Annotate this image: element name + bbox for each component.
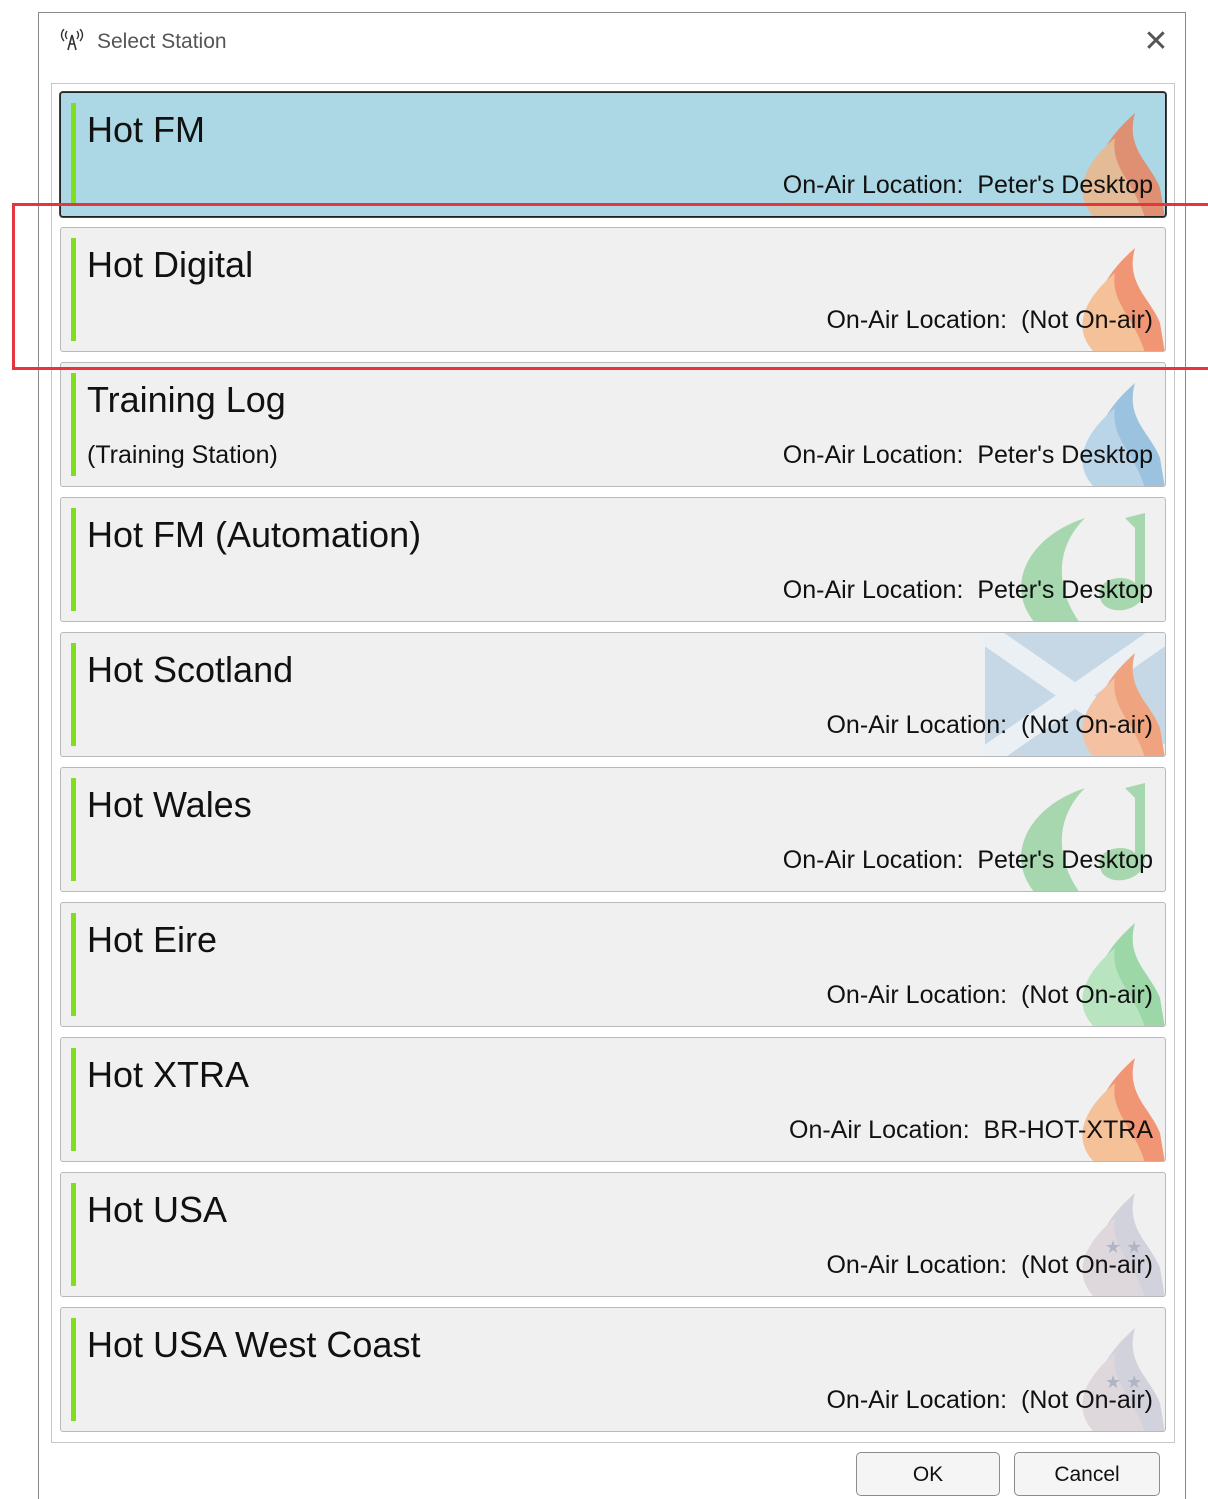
- station-card[interactable]: Hot Eire On-Air Location: (Not On-air): [60, 902, 1166, 1027]
- on-air-location-label: On-Air Location:: [782, 171, 964, 199]
- on-air-location-value: Peter's Desktop: [977, 171, 1153, 199]
- on-air-location-value: BR-HOT-XTRA: [983, 1116, 1153, 1144]
- on-air-location: On-Air Location: Peter's Desktop: [783, 171, 1153, 200]
- station-name: Hot FM (Automation): [87, 514, 422, 555]
- on-air-location-value: (Not On-air): [1021, 1386, 1153, 1414]
- on-air-location-label: On-Air Location:: [789, 1116, 970, 1144]
- station-accent-bar: [71, 373, 76, 476]
- on-air-location: On-Air Location: (Not On-air): [826, 306, 1153, 335]
- station-subtitle: (Training Station): [87, 441, 278, 469]
- station-name: Hot USA West Coast: [87, 1324, 421, 1365]
- antenna-icon: [59, 28, 85, 56]
- on-air-location-value: (Not On-air): [1021, 306, 1153, 334]
- station-accent-bar: [71, 643, 76, 746]
- station-card[interactable]: Hot XTRA On-Air Location: BR-HOT-XTRA: [60, 1037, 1166, 1162]
- station-accent-bar: [71, 103, 76, 206]
- station-accent-bar: [71, 508, 76, 611]
- close-button[interactable]: ✕: [1133, 21, 1179, 63]
- station-accent-bar: [71, 778, 76, 881]
- station-name: Training Log: [87, 379, 286, 420]
- on-air-location-value: Peter's Desktop: [977, 576, 1153, 604]
- station-card[interactable]: ★ ★ Hot USA West Coast On-Air Location: (N…: [60, 1307, 1166, 1432]
- on-air-location-value: (Not On-air): [1021, 711, 1153, 739]
- station-name: Hot USA: [87, 1189, 228, 1230]
- title-bar: Select Station ✕: [39, 13, 1185, 71]
- station-accent-bar: [71, 238, 76, 341]
- on-air-location-label: On-Air Location:: [782, 576, 964, 604]
- station-accent-bar: [71, 1318, 76, 1421]
- on-air-location-label: On-Air Location:: [782, 441, 964, 469]
- on-air-location: On-Air Location: (Not On-air): [826, 1251, 1153, 1280]
- on-air-location-value: Peter's Desktop: [977, 441, 1153, 469]
- on-air-location-label: On-Air Location:: [826, 306, 1008, 334]
- station-accent-bar: [71, 1183, 76, 1286]
- station-card[interactable]: Hot Wales On-Air Location: Peter's Deskto…: [60, 767, 1166, 892]
- station-list: Hot FM On-Air Location: Peter's Desktop H…: [51, 83, 1175, 1443]
- on-air-location: On-Air Location: (Not On-air): [826, 711, 1153, 740]
- select-station-dialog: Select Station ✕ Hot FM On-Air Location: …: [38, 12, 1186, 1499]
- on-air-location: On-Air Location: BR-HOT-XTRA: [789, 1116, 1153, 1145]
- on-air-location-label: On-Air Location:: [826, 981, 1008, 1009]
- station-card[interactable]: Hot Digital On-Air Location: (Not On-air): [60, 227, 1166, 352]
- station-name: Hot Scotland: [87, 649, 294, 690]
- station-name: Hot Digital: [87, 244, 254, 285]
- dialog-title: Select Station: [97, 30, 227, 53]
- on-air-location-value: Peter's Desktop: [977, 846, 1153, 874]
- station-name: Hot XTRA: [87, 1054, 250, 1095]
- on-air-location: On-Air Location: Peter's Desktop: [783, 846, 1153, 875]
- on-air-location-label: On-Air Location:: [826, 711, 1008, 739]
- ok-button[interactable]: OK: [856, 1452, 1000, 1496]
- station-accent-bar: [71, 1048, 76, 1151]
- on-air-location-value: (Not On-air): [1021, 1251, 1153, 1279]
- station-card[interactable]: Hot FM On-Air Location: Peter's Desktop: [60, 92, 1166, 217]
- on-air-location-label: On-Air Location:: [826, 1386, 1008, 1414]
- station-name: Hot FM: [87, 109, 206, 150]
- on-air-location: On-Air Location: Peter's Desktop: [783, 441, 1153, 470]
- station-name: Hot Eire: [87, 919, 218, 960]
- station-name: Hot Wales: [87, 784, 252, 825]
- on-air-location-label: On-Air Location:: [782, 846, 964, 874]
- station-accent-bar: [71, 913, 76, 1016]
- station-card[interactable]: Training Log (Training Station) On-Air Loc…: [60, 362, 1166, 487]
- station-card[interactable]: Hot FM (Automation) On-Air Location: Pete…: [60, 497, 1166, 622]
- cancel-button[interactable]: Cancel: [1014, 1452, 1160, 1496]
- on-air-location-label: On-Air Location:: [826, 1251, 1008, 1279]
- on-air-location: On-Air Location: Peter's Desktop: [783, 576, 1153, 605]
- on-air-location-value: (Not On-air): [1021, 981, 1153, 1009]
- on-air-location: On-Air Location: (Not On-air): [826, 981, 1153, 1010]
- on-air-location: On-Air Location: (Not On-air): [826, 1386, 1153, 1415]
- station-card[interactable]: Hot Scotland On-Air Location: (Not On-air…: [60, 632, 1166, 757]
- station-card[interactable]: ★ ★ Hot USA On-Air Location: (Not On-air): [60, 1172, 1166, 1297]
